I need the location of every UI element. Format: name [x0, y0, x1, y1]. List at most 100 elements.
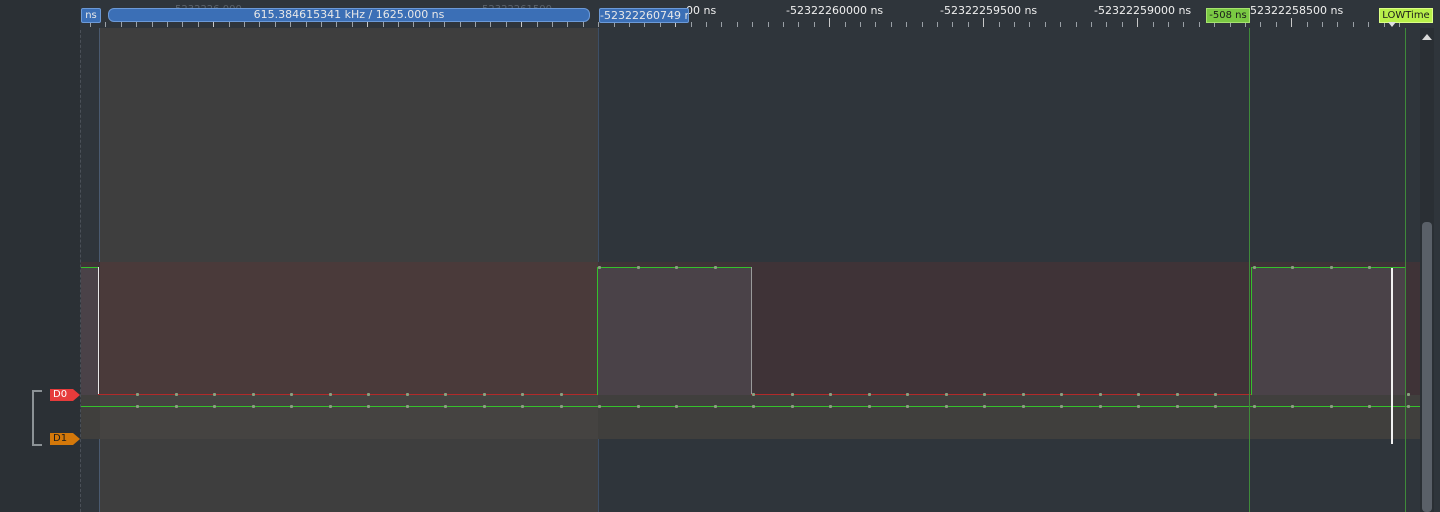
d0-sample-dot — [1214, 393, 1217, 396]
delta-time-tag[interactable]: -508 ns — [1206, 8, 1250, 23]
ruler-minor-tick — [968, 22, 969, 27]
ruler-minor-tick — [121, 22, 122, 27]
ruler-minor-tick — [567, 22, 568, 27]
d1-sample-dot — [945, 405, 948, 408]
d0-falling-edge — [98, 267, 99, 395]
d0-rising-edge — [597, 267, 598, 395]
ruler-minor-tick — [691, 22, 692, 27]
ruler-minor-tick — [167, 22, 168, 27]
d0-sample-dot — [1253, 266, 1256, 269]
ruler-minor-tick — [259, 22, 260, 27]
d1-sample-dot — [136, 405, 139, 408]
scrollbar-thumb[interactable] — [1422, 222, 1432, 512]
ruler-minor-tick — [1368, 22, 1369, 27]
d1-sample-dot — [983, 405, 986, 408]
d0-sample-dot — [136, 393, 139, 396]
d0-sample-dot — [444, 393, 447, 396]
d1-sample-dot — [329, 405, 332, 408]
d0-sample-dot — [175, 393, 178, 396]
ns-unit-tag[interactable]: ns — [81, 8, 101, 23]
d1-high-trace — [81, 406, 1420, 407]
d0-sample-dot — [752, 393, 755, 396]
ruler-minor-tick — [444, 22, 445, 27]
d0-sample-dot — [1060, 393, 1063, 396]
ruler-minor-tick — [875, 22, 876, 27]
frequency-measurement-bar[interactable]: 615.384615341 kHz / 1625.000 ns — [108, 8, 590, 22]
ruler-minor-tick — [1106, 22, 1107, 27]
channel-label-d1[interactable]: D1 — [50, 433, 80, 445]
trigger-low-time-tag[interactable]: LOWTime — [1379, 8, 1433, 23]
d0-sample-dot — [406, 393, 409, 396]
ruler-minor-tick — [490, 22, 491, 27]
d1-sample-dot — [752, 405, 755, 408]
d1-sample-dot — [1176, 405, 1179, 408]
d1-sample-dot — [521, 405, 524, 408]
ruler-minor-tick — [814, 22, 815, 27]
d1-sample-dot — [1253, 405, 1256, 408]
ruler-minor-tick — [537, 22, 538, 27]
scroll-up-arrow-icon[interactable] — [1422, 34, 1432, 40]
ruler-minor-tick — [783, 22, 784, 27]
d1-sample-dot — [906, 405, 909, 408]
d1-sample-dot — [175, 405, 178, 408]
d1-sample-dot — [714, 405, 717, 408]
ruler-minor-tick — [1199, 22, 1200, 27]
d1-sample-dot — [598, 405, 601, 408]
d1-sample-dot — [1099, 405, 1102, 408]
ruler-minor-tick — [1045, 22, 1046, 27]
d1-sample-dot — [1214, 405, 1217, 408]
d1-sample-dot — [791, 405, 794, 408]
d1-sample-dot — [868, 405, 871, 408]
d0-sample-dot — [637, 266, 640, 269]
cursor-time-tag[interactable]: -52322260749 ns — [599, 8, 689, 23]
ruler-minor-tick — [429, 22, 430, 27]
d0-sample-dot — [290, 393, 293, 396]
d0-trace-band-selected — [100, 262, 598, 395]
measurement-cursor-b[interactable] — [1405, 28, 1406, 512]
d0-high-segment — [1251, 267, 1405, 268]
d1-sample-dot — [675, 405, 678, 408]
ruler-minor-tick — [552, 22, 553, 27]
ruler-minor-tick — [891, 22, 892, 27]
d0-sample-dot — [906, 393, 909, 396]
d1-sample-dot — [560, 405, 563, 408]
trigger-cursor[interactable] — [1391, 268, 1393, 444]
ruler-minor-tick — [383, 22, 384, 27]
ruler-minor-tick — [721, 22, 722, 27]
ruler-minor-tick — [1153, 22, 1154, 27]
ruler-minor-tick — [105, 22, 106, 27]
ruler-minor-tick — [798, 22, 799, 27]
d1-sample-dot — [1137, 405, 1140, 408]
d1-sample-dot — [213, 405, 216, 408]
ruler-minor-tick — [229, 22, 230, 27]
ruler-minor-tick — [922, 22, 923, 27]
ruler-minor-tick — [275, 22, 276, 27]
ruler-minor-tick — [906, 22, 907, 27]
d1-sample-dot — [829, 405, 832, 408]
d1-sample-dot — [290, 405, 293, 408]
ruler-minor-tick — [1353, 22, 1354, 27]
ruler-minor-tick — [1014, 22, 1015, 27]
ruler-minor-tick — [1307, 22, 1308, 27]
ruler-minor-tick — [583, 22, 584, 27]
ruler-minor-tick — [413, 22, 414, 27]
channel-label-d0[interactable]: D0 — [50, 389, 80, 401]
ruler-label: 52322258500 ns — [1250, 4, 1344, 17]
ruler-label: -52322259500 ns — [940, 4, 1038, 17]
d1-sample-dot — [1368, 405, 1371, 408]
d0-high-pulse — [598, 268, 751, 395]
d0-sample-dot — [714, 266, 717, 269]
ruler-minor-tick — [475, 22, 476, 27]
ruler-minor-tick — [306, 22, 307, 27]
ruler-minor-tick — [290, 22, 291, 27]
measurement-cursor-a[interactable] — [1249, 28, 1250, 512]
ruler-minor-tick — [352, 22, 353, 27]
ruler-minor-tick — [506, 22, 507, 27]
ruler-minor-tick — [845, 22, 846, 27]
d1-sample-dot — [1291, 405, 1294, 408]
d1-sample-dot — [1022, 405, 1025, 408]
d0-sample-dot — [329, 393, 332, 396]
ruler-minor-tick — [768, 22, 769, 27]
d0-sample-dot — [791, 393, 794, 396]
d1-sample-dot — [406, 405, 409, 408]
